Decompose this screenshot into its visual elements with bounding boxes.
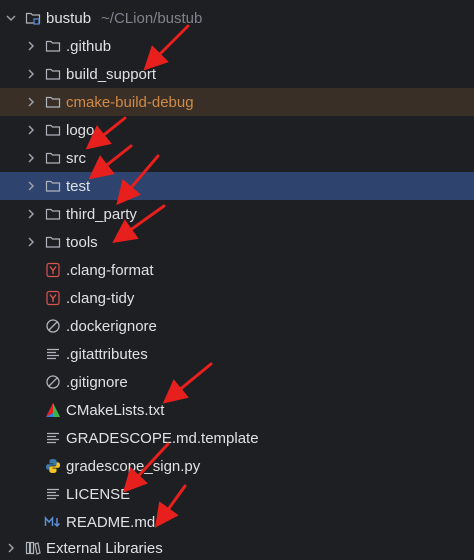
- folder-row[interactable]: test: [0, 172, 474, 200]
- folder-icon: [44, 205, 62, 223]
- folder-row[interactable]: logo: [0, 116, 474, 144]
- folder-row[interactable]: third_party: [0, 200, 474, 228]
- external-libraries-row[interactable]: External Libraries: [0, 534, 474, 560]
- item-label: tools: [66, 233, 98, 251]
- markdown-icon: [44, 513, 62, 531]
- module-folder-icon: [24, 9, 42, 27]
- item-label: src: [66, 149, 86, 167]
- file-row[interactable]: .clang-format: [0, 256, 474, 284]
- item-label: .gitignore: [66, 373, 128, 391]
- chevron-right-icon[interactable]: [24, 151, 38, 165]
- library-icon: [24, 539, 42, 557]
- folder-icon: [44, 121, 62, 139]
- ignore-file-icon: [44, 373, 62, 391]
- chevron-right-icon[interactable]: [24, 123, 38, 137]
- folder-row[interactable]: build_support: [0, 60, 474, 88]
- folder-icon: [44, 149, 62, 167]
- item-label: CMakeLists.txt: [66, 401, 165, 419]
- file-row[interactable]: .gitattributes: [0, 340, 474, 368]
- project-root-row[interactable]: bustub ~/CLion/bustub: [0, 4, 474, 32]
- file-row[interactable]: .clang-tidy: [0, 284, 474, 312]
- file-row[interactable]: LICENSE: [0, 480, 474, 508]
- chevron-right-icon[interactable]: [24, 95, 38, 109]
- folder-icon: [44, 65, 62, 83]
- chevron-right-icon[interactable]: [24, 207, 38, 221]
- python-file-icon: [44, 457, 62, 475]
- text-file-icon: [44, 485, 62, 503]
- folder-row[interactable]: cmake-build-debug: [0, 88, 474, 116]
- text-file-icon: [44, 429, 62, 447]
- folder-row[interactable]: .github: [0, 32, 474, 60]
- project-path: ~/CLion/bustub: [101, 9, 203, 27]
- folder-icon: [44, 37, 62, 55]
- project-tree: bustub ~/CLion/bustub .github build_suppo…: [0, 0, 474, 560]
- file-row[interactable]: CMakeLists.txt: [0, 396, 474, 424]
- cmake-icon: [44, 401, 62, 419]
- item-label: test: [66, 177, 91, 195]
- ignore-file-icon: [44, 317, 62, 335]
- item-label: gradescope_sign.py: [66, 457, 201, 475]
- item-label: .gitattributes: [66, 345, 148, 363]
- file-row[interactable]: GRADESCOPE.md.template: [0, 424, 474, 452]
- file-row[interactable]: README.md: [0, 508, 474, 536]
- item-label: cmake-build-debug: [66, 93, 194, 111]
- item-label: logo: [66, 121, 95, 139]
- yaml-file-icon: [44, 289, 62, 307]
- folder-row[interactable]: src: [0, 144, 474, 172]
- folder-icon: [44, 93, 62, 111]
- item-label: third_party: [66, 205, 137, 223]
- file-row[interactable]: .gitignore: [0, 368, 474, 396]
- file-row[interactable]: .dockerignore: [0, 312, 474, 340]
- chevron-right-icon[interactable]: [24, 67, 38, 81]
- item-label: .dockerignore: [66, 317, 157, 335]
- file-row[interactable]: gradescope_sign.py: [0, 452, 474, 480]
- chevron-down-icon[interactable]: [4, 11, 18, 25]
- item-label: README.md: [66, 513, 156, 531]
- project-name: bustub: [46, 9, 92, 27]
- yaml-file-icon: [44, 261, 62, 279]
- item-label: GRADESCOPE.md.template: [66, 429, 259, 447]
- chevron-right-icon[interactable]: [24, 179, 38, 193]
- item-label: LICENSE: [66, 485, 131, 503]
- external-libraries-label: External Libraries: [46, 539, 163, 557]
- item-label: .clang-format: [66, 261, 154, 279]
- chevron-right-icon[interactable]: [4, 541, 18, 555]
- chevron-right-icon[interactable]: [24, 39, 38, 53]
- text-file-icon: [44, 345, 62, 363]
- item-label: .clang-tidy: [66, 289, 135, 307]
- item-label: .github: [66, 37, 112, 55]
- folder-icon: [44, 177, 62, 195]
- chevron-right-icon[interactable]: [24, 235, 38, 249]
- folder-row[interactable]: tools: [0, 228, 474, 256]
- folder-icon: [44, 233, 62, 251]
- item-label: build_support: [66, 65, 157, 83]
